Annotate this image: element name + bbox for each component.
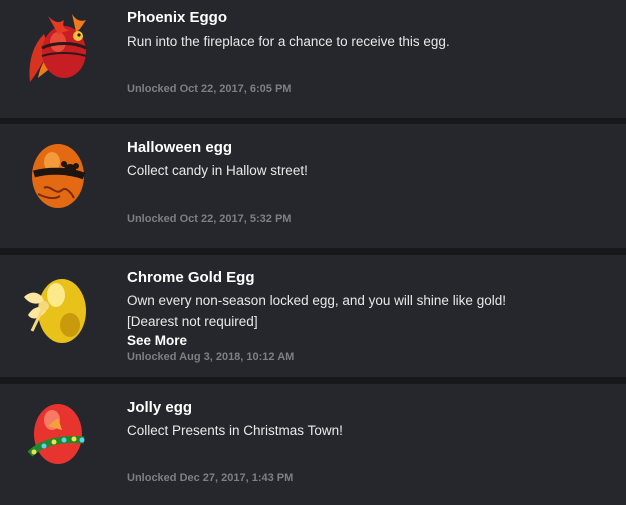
- unlocked-date: Unlocked Aug 3, 2018, 10:12 AM: [127, 351, 295, 363]
- unlocked-date: Unlocked Oct 22, 2017, 6:05 PM: [127, 83, 292, 95]
- achievement-list: Phoenix Eggo Run into the fireplace for …: [0, 0, 626, 505]
- halloween-egg-icon: [32, 144, 86, 208]
- achievement-title: Jolly egg: [127, 399, 193, 416]
- achievement-description: Run into the fireplace for a chance to r…: [127, 34, 450, 49]
- unlocked-date: Unlocked Oct 22, 2017, 5:32 PM: [127, 213, 292, 225]
- achievement-title: Chrome Gold Egg: [127, 269, 255, 286]
- phoenix-egg-icon: [29, 14, 87, 82]
- achievement-card-halloween: Halloween egg Collect candy in Hallow st…: [0, 124, 626, 248]
- achievement-card-phoenix: Phoenix Eggo Run into the fireplace for …: [0, 0, 626, 118]
- achievement-card-jolly: Jolly egg Collect Presents in Christmas …: [0, 384, 626, 505]
- achievement-title: Phoenix Eggo: [127, 9, 228, 26]
- achievement-description: Own every non-season locked egg, and you…: [127, 293, 506, 308]
- jolly-egg-icon: [27, 404, 85, 464]
- achievement-title: Halloween egg: [127, 139, 233, 156]
- achievement-card-chrome-gold: Chrome Gold Egg Own every non-season loc…: [0, 255, 626, 377]
- chrome-gold-egg-icon: [24, 279, 86, 343]
- achievement-description: Collect Presents in Christmas Town!: [127, 423, 343, 438]
- see-more-link[interactable]: See More: [127, 333, 187, 348]
- achievement-description-extra: [Dearest not required]: [127, 314, 258, 329]
- unlocked-date: Unlocked Dec 27, 2017, 1:43 PM: [127, 472, 294, 484]
- achievement-description: Collect candy in Hallow street!: [127, 163, 308, 178]
